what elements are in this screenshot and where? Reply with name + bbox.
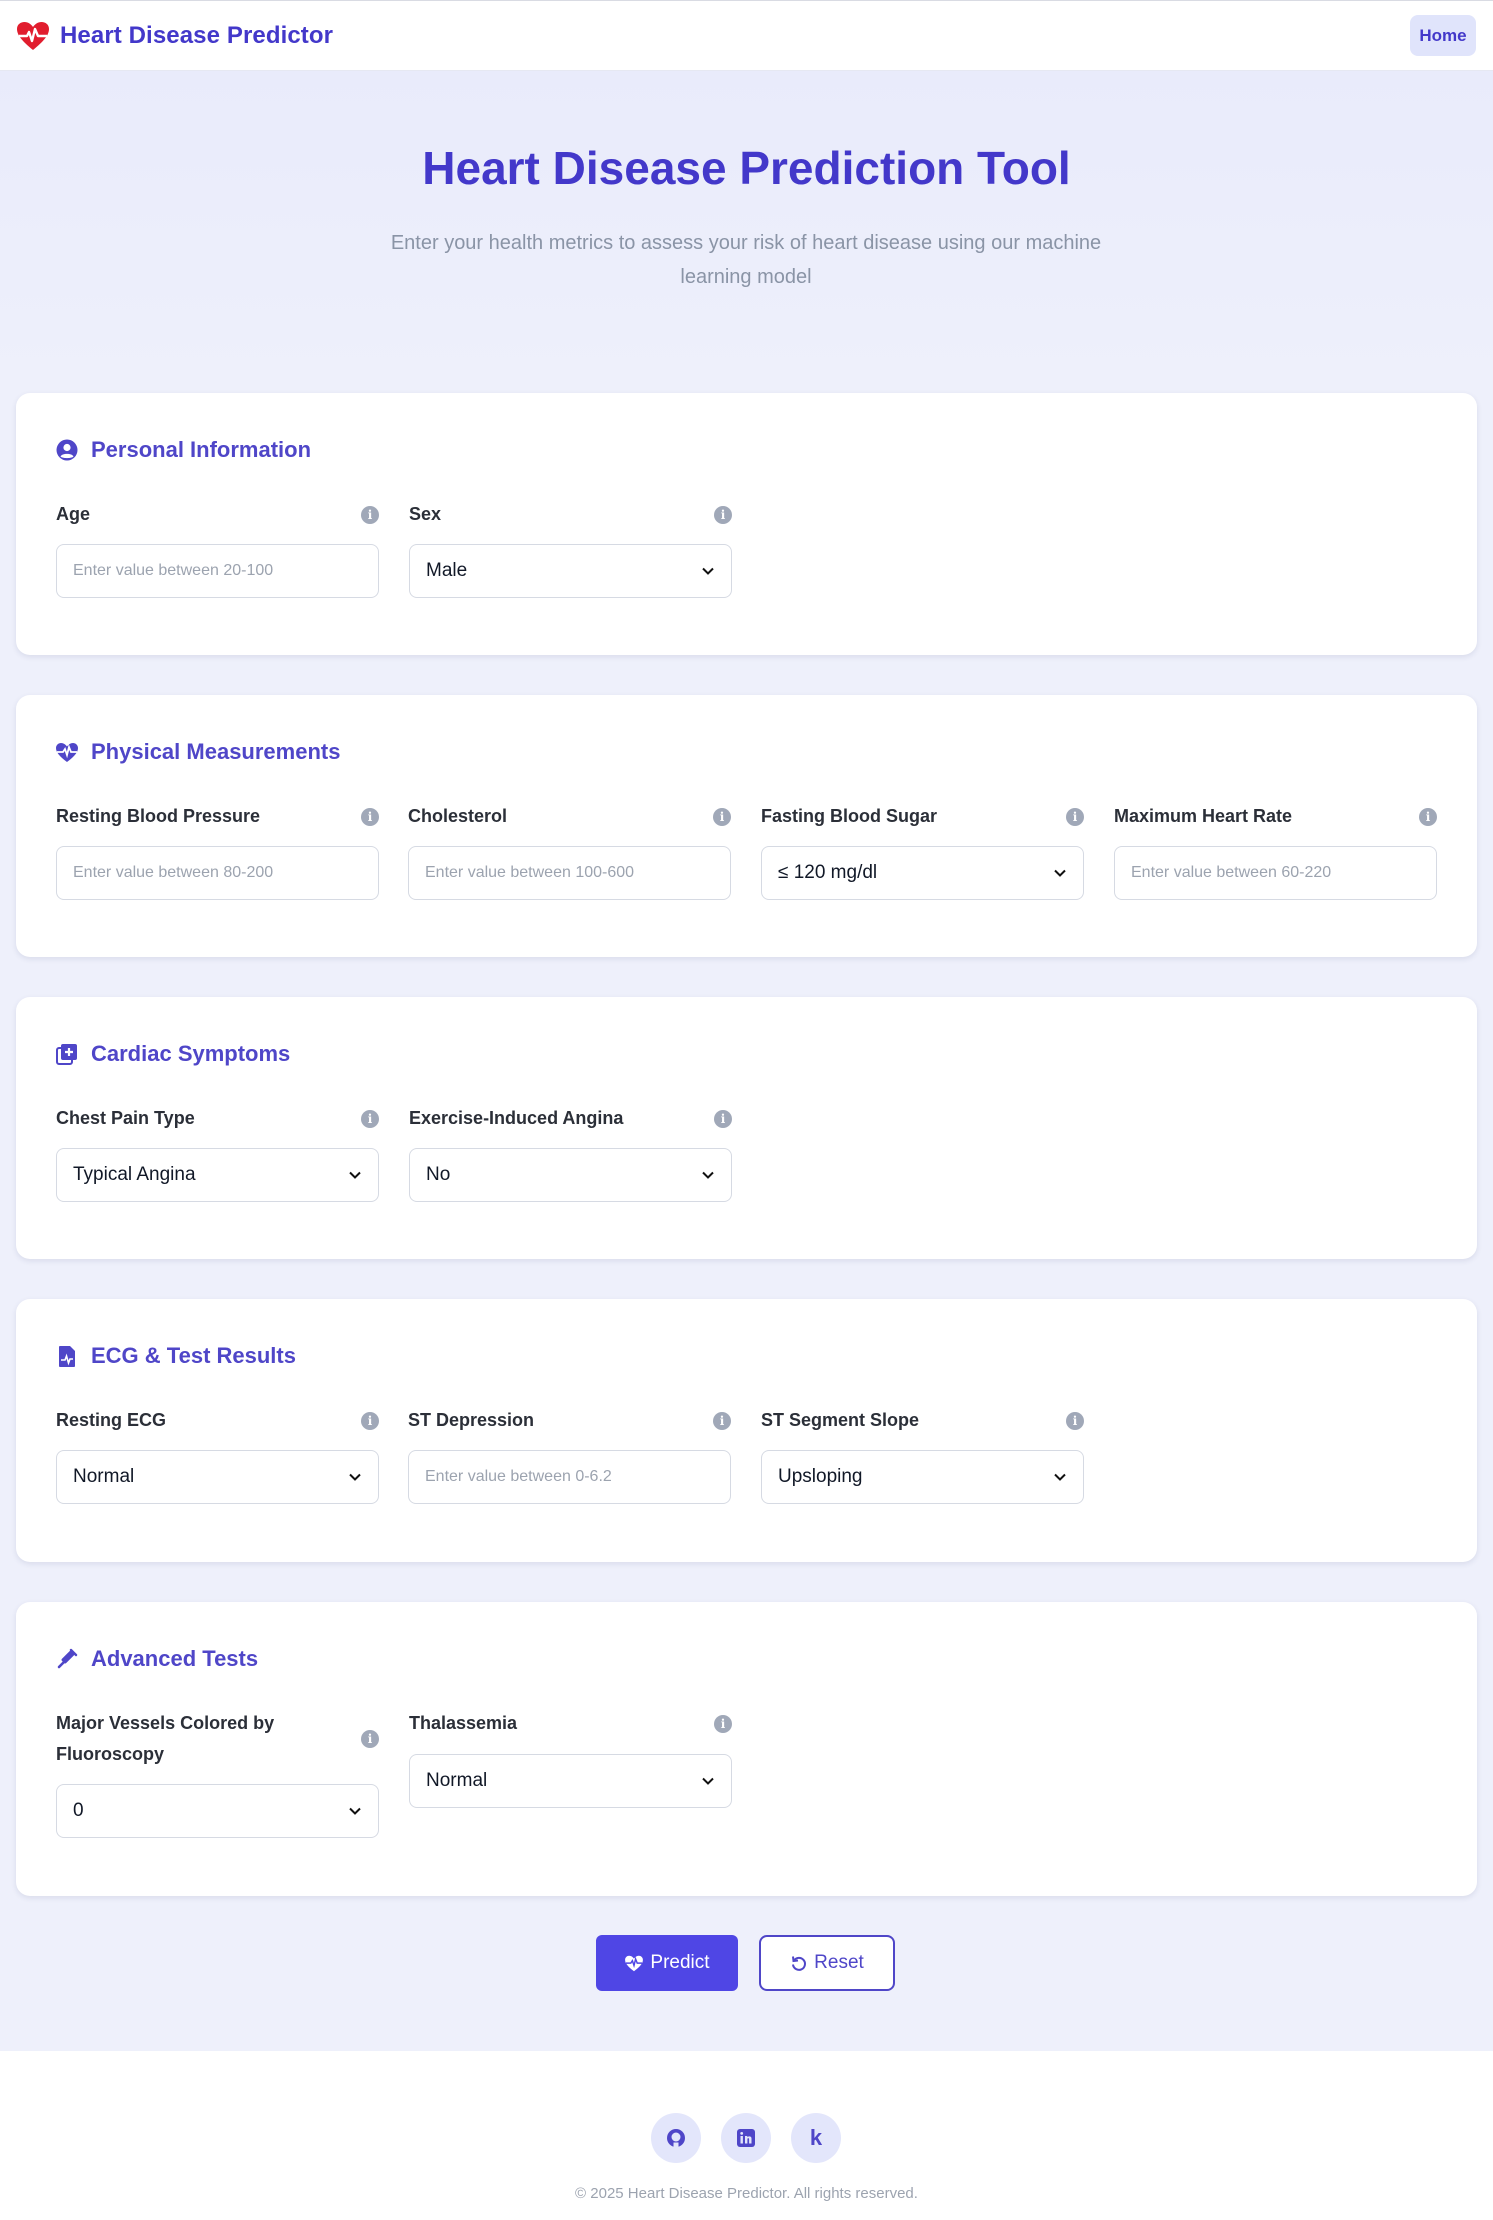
st-depression-input[interactable]: Enter value between 0-6.2: [408, 1450, 731, 1504]
field-label: Resting Blood Pressure: [56, 806, 261, 826]
select-value: Normal: [426, 1770, 488, 1791]
chest-pain-select[interactable]: Typical Angina: [56, 1148, 379, 1202]
info-icon[interactable]: i: [361, 1110, 379, 1128]
ecg-test-results-card: ECG & Test Results Resting ECG i Normal …: [16, 1299, 1477, 1562]
advanced-tests-card: Advanced Tests Major Vessels Colored by …: [16, 1602, 1477, 1896]
nav-home-button[interactable]: Home: [1410, 15, 1476, 56]
select-value: Normal: [73, 1466, 135, 1487]
field-label: Exercise-Induced Angina: [409, 1108, 624, 1128]
select-value: 0: [73, 1800, 84, 1821]
chevron-down-icon: [349, 1807, 361, 1815]
age-input[interactable]: Enter value between 20-100: [56, 544, 379, 598]
chevron-down-icon: [1054, 1473, 1066, 1481]
reset-button[interactable]: Reset: [759, 1935, 895, 1991]
physical-measurements-header: Physical Measurements: [55, 739, 340, 765]
select-value: ≤ 120 mg/dl: [778, 862, 878, 883]
section-title: Advanced Tests: [91, 1646, 259, 1671]
field-label: Chest Pain Type: [56, 1108, 195, 1128]
section-title: Personal Information: [91, 437, 312, 462]
section-title: ECG & Test Results: [91, 1343, 296, 1368]
select-value: Typical Angina: [73, 1164, 196, 1185]
chevron-down-icon: [349, 1171, 361, 1179]
personal-information-header: Personal Information: [55, 437, 311, 463]
info-icon[interactable]: i: [361, 808, 379, 826]
medical-file-plus-icon: [55, 1042, 79, 1066]
info-icon[interactable]: i: [1419, 808, 1437, 826]
field-label: Resting ECG: [56, 1410, 167, 1430]
section-title: Cardiac Symptoms: [91, 1041, 291, 1066]
info-icon[interactable]: i: [361, 1412, 379, 1430]
major-vessels-select[interactable]: 0: [56, 1784, 379, 1838]
info-icon[interactable]: i: [1066, 808, 1084, 826]
cardiac-symptoms-header: Cardiac Symptoms: [55, 1041, 290, 1067]
heart-pulse-icon: [625, 1955, 644, 1971]
file-waveform-icon: [55, 1344, 79, 1368]
info-icon[interactable]: i: [713, 1412, 731, 1430]
resting-bp-input[interactable]: Enter value between 80-200: [56, 846, 379, 900]
predict-button[interactable]: Predict: [596, 1935, 738, 1991]
physical-measurements-card: Physical Measurements Resting Blood Pres…: [16, 695, 1477, 957]
info-icon[interactable]: i: [713, 808, 731, 826]
predict-label: Predict: [650, 1952, 710, 1973]
chevron-down-icon: [702, 1777, 714, 1785]
advanced-tests-header: Advanced Tests: [55, 1646, 258, 1672]
sex-select[interactable]: Male: [409, 544, 732, 598]
syringe-icon: [55, 1647, 79, 1671]
field-label: Age: [56, 504, 91, 524]
page-subtitle: Enter your health metrics to assess your…: [390, 232, 1102, 288]
field-label: Fasting Blood Sugar: [761, 806, 938, 826]
field-label: Maximum Heart Rate: [1114, 806, 1293, 826]
top-navbar: Heart Disease Predictor Home: [0, 0, 1493, 71]
cholesterol-input[interactable]: Enter value between 100-600: [408, 846, 731, 900]
max-heart-rate-input[interactable]: Enter value between 60-220: [1114, 846, 1437, 900]
kaggle-letter: k: [809, 2125, 823, 2150]
select-value: No: [426, 1164, 451, 1185]
brand[interactable]: Heart Disease Predictor: [16, 21, 333, 51]
kaggle-icon[interactable]: k: [791, 2113, 841, 2163]
page-title: Heart Disease Prediction Tool: [422, 142, 1071, 194]
info-icon[interactable]: i: [714, 506, 732, 524]
linkedin-icon[interactable]: [721, 2113, 771, 2163]
info-icon[interactable]: i: [714, 1715, 732, 1733]
cardiac-symptoms-card: Cardiac Symptoms Chest Pain Type i Typic…: [16, 997, 1477, 1259]
heart-pulse-icon: [16, 21, 50, 51]
info-icon[interactable]: i: [361, 1730, 379, 1748]
github-icon[interactable]: [651, 2113, 701, 2163]
fasting-blood-sugar-select[interactable]: ≤ 120 mg/dl: [761, 846, 1084, 900]
ecg-test-results-header: ECG & Test Results: [55, 1343, 296, 1369]
reset-label: Reset: [814, 1952, 864, 1973]
select-value: Upsloping: [778, 1466, 863, 1487]
section-title: Physical Measurements: [91, 739, 341, 764]
st-slope-select[interactable]: Upsloping: [761, 1450, 1084, 1504]
info-icon[interactable]: i: [1066, 1412, 1084, 1430]
copyright-text: © 2025 Heart Disease Predictor. All righ…: [575, 2185, 918, 2202]
exercise-angina-select[interactable]: No: [409, 1148, 732, 1202]
chevron-down-icon: [349, 1473, 361, 1481]
heart-pulse-icon: [55, 740, 79, 764]
select-value: Male: [426, 560, 468, 581]
personal-information-card: Personal Information Age i Enter value b…: [16, 393, 1477, 655]
footer: k © 2025 Heart Disease Predictor. All ri…: [0, 2051, 1493, 2220]
field-label: Sex: [409, 504, 442, 524]
chevron-down-icon: [702, 567, 714, 575]
field-label: ST Depression: [408, 1410, 535, 1430]
field-label: Major Vessels Colored by Fluoroscopy: [56, 1713, 275, 1764]
resting-ecg-select[interactable]: Normal: [56, 1450, 379, 1504]
field-label: Cholesterol: [408, 806, 508, 826]
chevron-down-icon: [702, 1171, 714, 1179]
user-circle-icon: [55, 438, 79, 462]
chevron-down-icon: [1054, 869, 1066, 877]
field-label: ST Segment Slope: [761, 1410, 920, 1430]
thalassemia-select[interactable]: Normal: [409, 1754, 732, 1808]
undo-icon: [792, 1956, 807, 1971]
info-icon[interactable]: i: [361, 506, 379, 524]
brand-title: Heart Disease Predictor: [60, 21, 334, 49]
info-icon[interactable]: i: [714, 1110, 732, 1128]
hero-section: Heart Disease Prediction Tool Enter your…: [0, 71, 1493, 391]
field-label: Thalassemia: [409, 1713, 518, 1733]
